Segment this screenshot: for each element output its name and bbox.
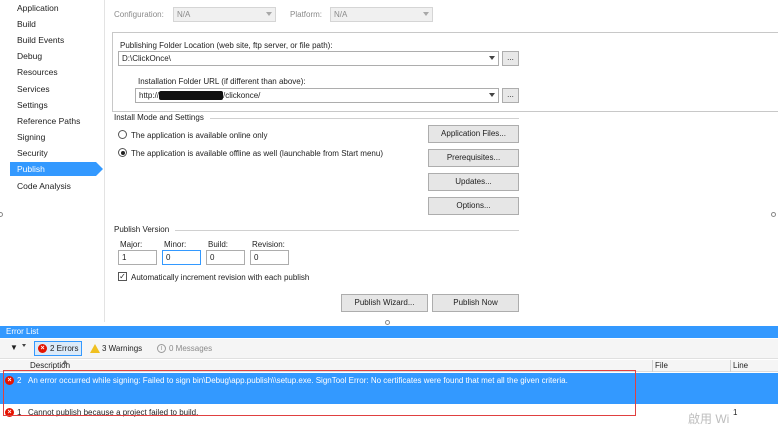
error-row-line: 1 xyxy=(733,408,738,417)
options-button[interactable]: Options... xyxy=(428,197,519,215)
column-divider xyxy=(652,360,653,372)
installation-url-label: Installation Folder URL (if different th… xyxy=(138,77,306,86)
warning-icon xyxy=(90,344,100,353)
errors-filter-toggle[interactable]: × 2 Errors xyxy=(34,341,82,356)
column-divider xyxy=(730,360,731,372)
install-mode-heading: Install Mode and Settings xyxy=(114,113,204,122)
warnings-count-label: 3 Warnings xyxy=(102,344,143,353)
revision-label: Revision: xyxy=(252,240,285,249)
watermark-text: 啟用 Wi xyxy=(688,412,730,426)
updates-button[interactable]: Updates... xyxy=(428,173,519,191)
installation-url-prefix: http:// xyxy=(139,91,160,100)
bottom-resize-handle[interactable] xyxy=(385,320,390,325)
auto-increment-label: Automatically increment revision with ea… xyxy=(131,273,310,282)
chevron-down-icon xyxy=(489,56,495,60)
install-mode-divider xyxy=(210,118,519,119)
installation-url-combo[interactable]: http:// /clickonce/ xyxy=(135,88,499,103)
configuration-value: N/A xyxy=(177,10,191,19)
nav-item-debug[interactable]: Debug xyxy=(17,49,42,63)
major-label: Major: xyxy=(120,240,143,249)
publish-now-button[interactable]: Publish Now xyxy=(432,294,519,312)
offline-label: The application is available offline as … xyxy=(131,149,383,158)
chevron-down-icon xyxy=(489,93,495,97)
nav-divider xyxy=(104,0,105,322)
minor-input[interactable]: 0 xyxy=(162,250,201,265)
nav-item-code-analysis[interactable]: Code Analysis xyxy=(17,179,71,193)
publishing-folder-combo[interactable]: D:\ClickOnce\ xyxy=(118,51,499,66)
column-file[interactable]: File xyxy=(655,360,668,372)
prerequisites-button[interactable]: Prerequisites... xyxy=(428,149,519,167)
highlight-annotation-box xyxy=(3,370,636,416)
column-line[interactable]: Line xyxy=(733,360,748,372)
online-only-label: The application is available online only xyxy=(131,131,268,140)
build-label: Build: xyxy=(208,240,229,249)
minor-label: Minor: xyxy=(164,240,187,249)
auto-increment-checkbox[interactable]: ✓ xyxy=(118,272,127,281)
major-input[interactable]: 1 xyxy=(118,250,157,265)
publish-version-divider xyxy=(175,230,519,231)
browse-url-button[interactable]: ... xyxy=(502,88,519,103)
publishing-folder-label: Publishing Folder Location (web site, ft… xyxy=(120,41,333,50)
configuration-label: Configuration: xyxy=(114,10,164,19)
nav-item-resources[interactable]: Resources xyxy=(17,65,58,79)
right-resize-handle[interactable] xyxy=(771,212,776,217)
browse-folder-button[interactable]: ... xyxy=(502,51,519,66)
chevron-down-icon xyxy=(423,12,429,16)
nav-item-signing[interactable]: Signing xyxy=(17,130,45,144)
publish-wizard-button[interactable]: Publish Wizard... xyxy=(341,294,428,312)
platform-label: Platform: xyxy=(290,10,323,19)
error-list-toolbar: ▼ × 2 Errors 3 Warnings i 0 Messages xyxy=(0,339,778,359)
warnings-filter-toggle[interactable]: 3 Warnings xyxy=(88,341,148,356)
online-only-radio[interactable] xyxy=(118,130,127,139)
redacted-host-scribble xyxy=(159,91,224,101)
filter-dropdown-icon[interactable] xyxy=(22,344,26,347)
publish-version-heading: Publish Version xyxy=(114,225,170,234)
build-input[interactable]: 0 xyxy=(206,250,245,265)
installation-url-suffix: /clickonce/ xyxy=(223,91,261,100)
revision-input[interactable]: 0 xyxy=(250,250,289,265)
chevron-down-icon xyxy=(266,12,272,16)
offline-radio[interactable] xyxy=(118,148,127,157)
nav-item-application[interactable]: Application xyxy=(17,1,59,15)
messages-filter-toggle[interactable]: i 0 Messages xyxy=(155,341,215,356)
errors-count-label: 2 Errors xyxy=(50,344,79,353)
error-list-title: Error List xyxy=(0,326,778,338)
nav-item-publish[interactable]: Publish xyxy=(10,162,96,176)
nav-item-security[interactable]: Security xyxy=(17,146,48,160)
selected-arrow-indicator xyxy=(96,162,103,176)
nav-item-settings[interactable]: Settings xyxy=(17,98,48,112)
nav-item-reference-paths[interactable]: Reference Paths xyxy=(17,114,80,128)
filter-icon[interactable]: ▼ xyxy=(10,343,18,352)
error-icon: × xyxy=(38,344,47,353)
info-icon: i xyxy=(157,344,166,353)
platform-dropdown[interactable]: N/A xyxy=(330,7,433,22)
configuration-dropdown[interactable]: N/A xyxy=(173,7,276,22)
publishing-folder-value: D:\ClickOnce\ xyxy=(122,54,171,63)
application-files-button[interactable]: Application Files... xyxy=(428,125,519,143)
platform-value: N/A xyxy=(334,10,348,19)
nav-item-services[interactable]: Services xyxy=(17,82,50,96)
messages-count-label: 0 Messages xyxy=(169,344,213,353)
project-properties-nav: Application Build Build Events Debug Res… xyxy=(0,0,104,322)
nav-item-build[interactable]: Build xyxy=(17,17,36,31)
nav-item-build-events[interactable]: Build Events xyxy=(17,33,64,47)
